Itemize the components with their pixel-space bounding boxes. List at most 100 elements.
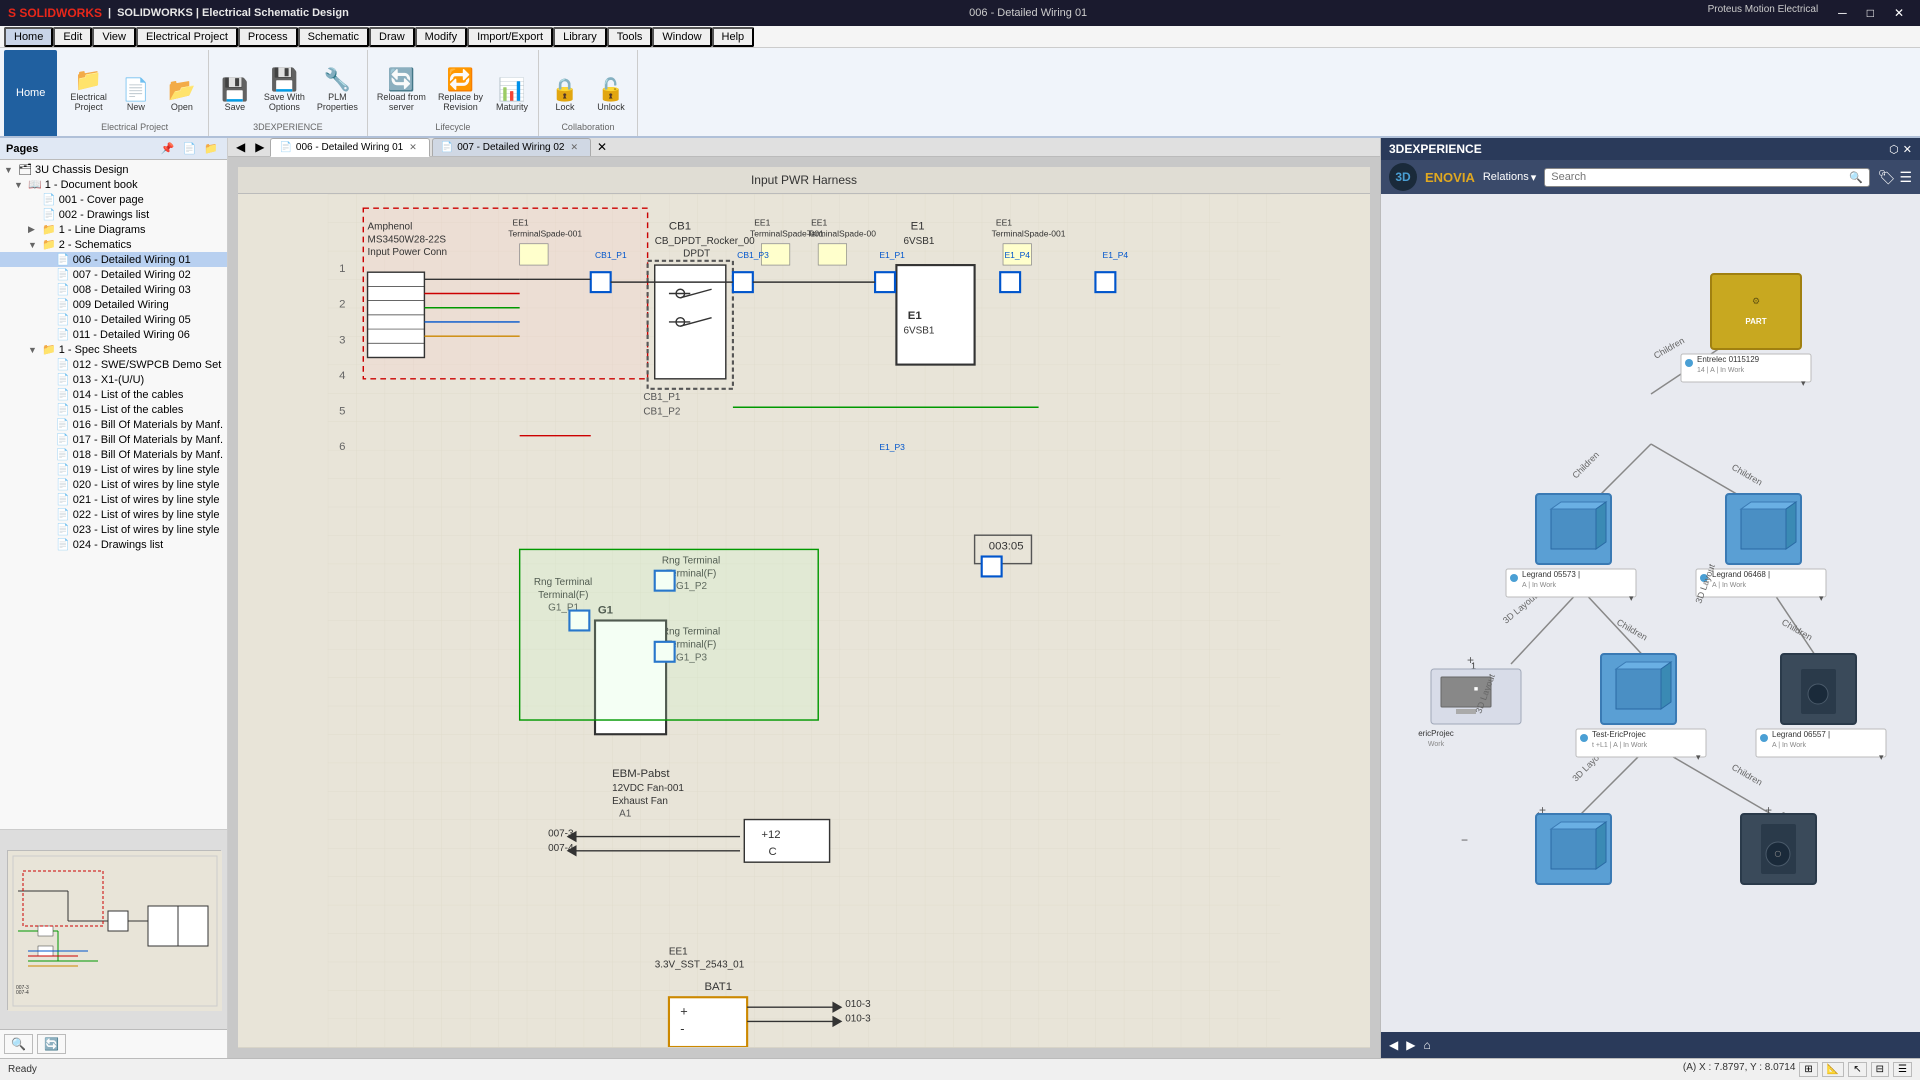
tree-item-schematics[interactable]: ▼ 📁 2 - Schematics (0, 237, 227, 252)
preview-image: 007-3 007-4 (7, 850, 221, 1010)
pages-new-button[interactable]: 📄 (180, 141, 200, 156)
ribbon-home-tab[interactable]: Home (4, 50, 57, 136)
tree-item-spec-sheets[interactable]: ▼ 📁 1 - Spec Sheets (0, 342, 227, 357)
zoom-in-preview-button[interactable]: 🔍 (4, 1034, 33, 1054)
drawing-area[interactable]: Input PWR Harness 1 2 3 (228, 157, 1380, 1058)
menu-schematic[interactable]: Schematic (298, 27, 369, 47)
snap-toggle-button[interactable]: 📐 (1822, 1062, 1844, 1077)
tree-item-wiring-04[interactable]: 📄 009 Detailed Wiring (0, 297, 227, 312)
tree-item-bom-018[interactable]: 📄 018 - Bill Of Materials by Manf. (0, 447, 227, 462)
new-button[interactable]: 📄 New (114, 76, 158, 116)
grid-toggle-button[interactable]: ⊞ (1799, 1062, 1817, 1077)
zoom-fit-button[interactable]: ⊟ (1871, 1062, 1889, 1077)
tree-item-swe[interactable]: 📄 012 - SWE/SWPCB Demo Set (0, 357, 227, 372)
tree-item-wiring-06[interactable]: 📄 011 - Detailed Wiring 06 (0, 327, 227, 342)
right-forward-button[interactable]: ▶ (1406, 1038, 1415, 1052)
label-d24: 024 - Drawings list (73, 539, 163, 551)
open-button[interactable]: 📂 Open (160, 76, 204, 116)
pages-folder-button[interactable]: 📁 (201, 141, 221, 156)
tree-item-wires-021[interactable]: 📄 021 - List of wires by line style (0, 492, 227, 507)
menu-home[interactable]: Home (4, 27, 53, 47)
lock-button[interactable]: 🔒 Lock (543, 76, 587, 116)
tree-item-x1[interactable]: 📄 013 - X1-(U/U) (0, 372, 227, 387)
menu-import-export[interactable]: Import/Export (467, 27, 553, 47)
svg-text:Work: Work (1428, 741, 1445, 748)
right-header-close[interactable]: ✕ (1903, 143, 1912, 156)
tab-nav-prev[interactable]: ◀ (232, 138, 249, 156)
tree-item-doc-book[interactable]: ▼ 📖 1 - Document book (0, 177, 227, 192)
select-mode-button[interactable]: ↖ (1848, 1062, 1866, 1077)
tree-item-cover[interactable]: 📄 001 - Cover page (0, 192, 227, 207)
reload-from-server-button[interactable]: 🔄 Reload fromserver (372, 66, 431, 116)
menu-view[interactable]: View (92, 27, 136, 47)
tab-wiring-02[interactable]: 📄 007 - Detailed Wiring 02 ✕ (432, 138, 591, 156)
svg-text:+: + (680, 1004, 687, 1019)
tree-item-drawings[interactable]: 📄 002 - Drawings list (0, 207, 227, 222)
right-search-input[interactable] (1551, 171, 1845, 183)
menu-library[interactable]: Library (553, 27, 607, 47)
tree-item-3u-chassis[interactable]: ▼ 🗂 3U Chassis Design (0, 162, 227, 177)
svg-text:CB1_P2: CB1_P2 (643, 406, 680, 417)
save-with-options-button[interactable]: 💾 Save WithOptions (259, 66, 310, 116)
tab-wiring-01[interactable]: 📄 006 - Detailed Wiring 01 ✕ (270, 138, 429, 157)
tree-item-cables-014[interactable]: 📄 014 - List of the cables (0, 387, 227, 402)
refresh-preview-button[interactable]: 🔄 (37, 1034, 66, 1054)
menu-help[interactable]: Help (712, 27, 755, 47)
tree-item-drawings-024[interactable]: 📄 024 - Drawings list (0, 537, 227, 552)
save-button[interactable]: 💾 Save (213, 76, 257, 116)
tab-nav-close[interactable]: ✕ (593, 138, 611, 156)
tree-item-line-diagrams[interactable]: ▶ 📁 1 - Line Diagrams (0, 222, 227, 237)
tree-item-wires-020[interactable]: 📄 020 - List of wires by line style (0, 477, 227, 492)
tab-nav-next[interactable]: ▶ (251, 138, 268, 156)
svg-text:-: - (680, 1021, 684, 1036)
ribbon-group-lifecycle: 🔄 Reload fromserver 🔁 Replace byRevision… (368, 50, 539, 136)
menu-window[interactable]: Window (652, 27, 711, 47)
graph-svg: Children Children Children 3D Layout Chi… (1381, 194, 1920, 1014)
menu-modify[interactable]: Modify (415, 27, 467, 47)
close-tab-01[interactable]: ✕ (407, 142, 419, 153)
right-home-button[interactable]: ⌂ (1423, 1038, 1430, 1052)
status-box-eric[interactable]: ■ (1431, 669, 1521, 724)
plm-properties-button[interactable]: 🔧 PLMProperties (312, 66, 363, 116)
menu-edit[interactable]: Edit (53, 27, 92, 47)
icon-w02: 📄 (56, 268, 70, 281)
right-back-button[interactable]: ◀ (1389, 1038, 1398, 1052)
node-legrand2[interactable] (1726, 494, 1801, 564)
node-legrand3[interactable] (1781, 654, 1856, 724)
menu-tools[interactable]: Tools (607, 27, 653, 47)
label-b17: 017 - Bill Of Materials by Manf. (73, 434, 223, 446)
right-bookmark-button[interactable]: 🏷 (1878, 169, 1896, 186)
node-legrand1[interactable] (1536, 494, 1611, 564)
node-dark-bottom[interactable]: ○ (1741, 814, 1816, 884)
tree-item-wires-023[interactable]: 📄 023 - List of wires by line style (0, 522, 227, 537)
svg-text:Legrand 06557 |: Legrand 06557 | (1772, 730, 1830, 739)
relations-button[interactable]: Relations ▾ (1483, 171, 1536, 184)
right-menu-button[interactable]: ☰ (1899, 169, 1912, 186)
tree-item-wires-022[interactable]: 📄 022 - List of wires by line style (0, 507, 227, 522)
close-button[interactable]: ✕ (1886, 4, 1912, 22)
maximize-button[interactable]: □ (1859, 4, 1882, 22)
tree-item-wiring-01[interactable]: 📄 006 - Detailed Wiring 01 (0, 252, 227, 267)
replace-by-revision-button[interactable]: 🔁 Replace byRevision (433, 66, 488, 116)
tree-item-wiring-05[interactable]: 📄 010 - Detailed Wiring 05 (0, 312, 227, 327)
tree-item-wiring-02[interactable]: 📄 007 - Detailed Wiring 02 (0, 267, 227, 282)
unlock-button[interactable]: 🔓 Unlock (589, 76, 633, 116)
node-blue-bottom[interactable] (1536, 814, 1611, 884)
tree-item-cables-015[interactable]: 📄 015 - List of the cables (0, 402, 227, 417)
electrical-project-button[interactable]: 📁 ElectricalProject (65, 66, 112, 116)
view-mode-button[interactable]: ☰ (1893, 1062, 1912, 1077)
minimize-button[interactable]: ─ (1830, 4, 1855, 22)
tree-item-wires-019[interactable]: 📄 019 - List of wires by line style (0, 462, 227, 477)
right-header-expand[interactable]: ⬡ (1889, 143, 1899, 156)
node-entrelec[interactable]: ⚙ PART (1711, 274, 1801, 349)
tree-item-bom-017[interactable]: 📄 017 - Bill Of Materials by Manf. (0, 432, 227, 447)
node-test-eric1[interactable] (1601, 654, 1676, 724)
close-tab-02[interactable]: ✕ (568, 142, 580, 153)
menu-draw[interactable]: Draw (369, 27, 415, 47)
menu-process[interactable]: Process (238, 27, 298, 47)
tree-item-wiring-03[interactable]: 📄 008 - Detailed Wiring 03 (0, 282, 227, 297)
maturity-button[interactable]: 📊 Maturity (490, 76, 534, 116)
pages-pin-button[interactable]: 📌 (158, 141, 178, 156)
menu-electrical-project[interactable]: Electrical Project (136, 27, 238, 47)
tree-item-bom-016[interactable]: 📄 016 - Bill Of Materials by Manf. (0, 417, 227, 432)
